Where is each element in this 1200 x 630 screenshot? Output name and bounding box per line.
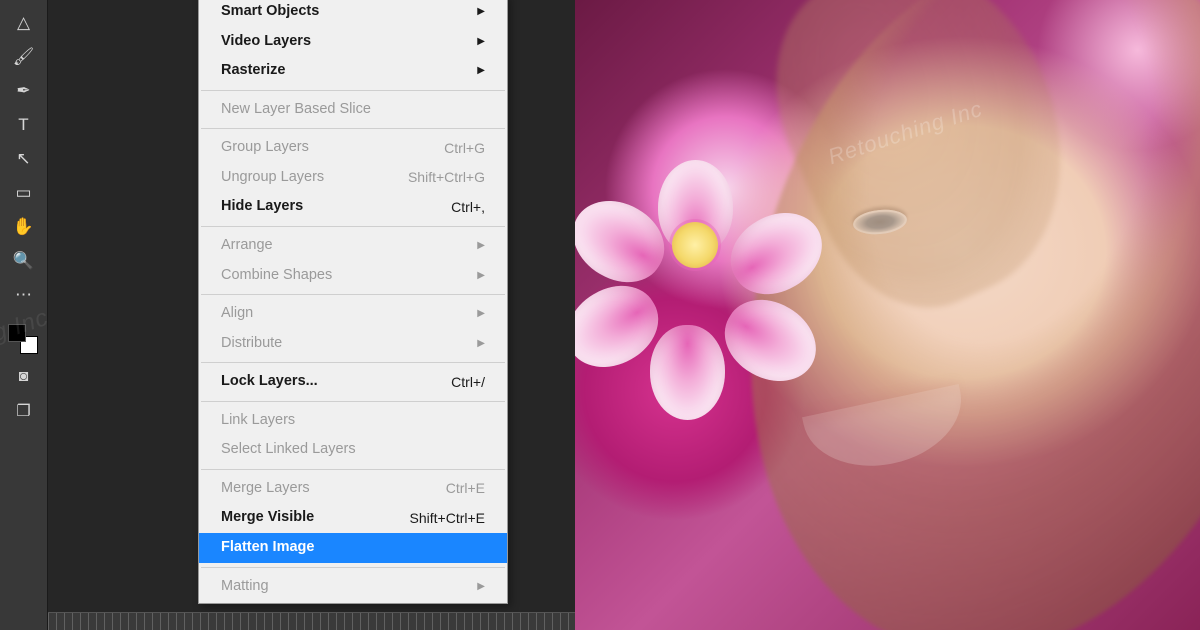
- menu-item-label: Arrange: [221, 236, 273, 256]
- menu-item-group-layers: Group Layers Ctrl+G: [199, 133, 507, 163]
- menu-separator: [201, 401, 505, 402]
- submenu-arrow-icon: ▶: [477, 239, 485, 253]
- rectangle-tool-icon: ▭: [15, 183, 31, 203]
- hand-tool[interactable]: ✋: [8, 213, 40, 241]
- menu-separator: [201, 469, 505, 470]
- menu-item-label: New Layer Based Slice: [221, 100, 371, 120]
- menu-item-label: Align: [221, 304, 253, 324]
- pen-tool[interactable]: ✒: [8, 77, 40, 105]
- menu-item-label: Flatten Image: [221, 538, 314, 558]
- menu-item-arrange: Arrange ▶: [199, 231, 507, 261]
- menu-item-label: Video Layers: [221, 32, 311, 52]
- menu-item-label: Link Layers: [221, 411, 295, 431]
- menu-item-label: Group Layers: [221, 138, 309, 158]
- menu-item-label: Merge Layers: [221, 479, 310, 499]
- type-tool[interactable]: T: [8, 111, 40, 139]
- submenu-arrow-icon: ▶: [477, 64, 485, 78]
- menu-item-shortcut: Shift+Ctrl+G: [408, 168, 485, 187]
- submenu-arrow-icon: ▶: [477, 580, 485, 594]
- zoom-tool[interactable]: 🔍: [8, 247, 40, 275]
- submenu-arrow-icon: ▶: [477, 307, 485, 321]
- polygon-lasso-tool-icon: △: [17, 13, 30, 33]
- screen-mode-tool[interactable]: ❐: [8, 397, 40, 425]
- menu-separator: [201, 226, 505, 227]
- menu-item-distribute: Distribute ▶: [199, 329, 507, 359]
- flower-decoration: [610, 160, 780, 330]
- menu-item-ungroup-layers: Ungroup Layers Shift+Ctrl+G: [199, 163, 507, 193]
- menu-item-select-linked-layers: Select Linked Layers: [199, 435, 507, 465]
- menu-item-combine-shapes: Combine Shapes ▶: [199, 261, 507, 291]
- menu-item-hide-layers[interactable]: Hide Layers Ctrl+,: [199, 192, 507, 222]
- menu-item-label: Smart Objects: [221, 2, 319, 22]
- type-tool-icon: T: [18, 115, 28, 135]
- menu-item-shortcut: Shift+Ctrl+E: [410, 509, 485, 528]
- quick-mask-tool[interactable]: ◙: [8, 363, 40, 391]
- menu-item-label: Matting: [221, 577, 269, 597]
- menu-item-label: Ungroup Layers: [221, 168, 324, 188]
- photoshop-panel: △🖌✒T↖▭✋🔍⋯◙❐ Smart Objects▶Video Layers▶R…: [0, 0, 575, 630]
- menu-item-shortcut: Ctrl+/: [451, 373, 485, 392]
- menu-item-lock-layers[interactable]: Lock Layers... Ctrl+/: [199, 367, 507, 397]
- menu-separator: [201, 362, 505, 363]
- menu-item-align: Align ▶: [199, 299, 507, 329]
- menu-item-video-layers[interactable]: Video Layers ▶: [199, 27, 507, 57]
- submenu-arrow-icon: ▶: [477, 5, 485, 19]
- menu-item-flatten-image[interactable]: Flatten Image: [199, 533, 507, 563]
- workspace: Smart Objects ▶ Video Layers ▶ Rasterize ▶ New…: [48, 0, 575, 630]
- foreground-color-swatch[interactable]: [8, 324, 26, 342]
- menu-item-label: Distribute: [221, 334, 282, 354]
- zoom-tool-icon: 🔍: [13, 251, 34, 271]
- polygon-lasso-tool[interactable]: △: [8, 9, 40, 37]
- tools-toolbar: △ 🖌 ✒ T ↖ ▭ ✋ 🔍 ⋯ ◙ ❐: [0, 0, 48, 630]
- menu-item-rasterize[interactable]: Rasterize ▶: [199, 56, 507, 86]
- brush-tool-icon: 🖌: [13, 47, 35, 67]
- color-swatches[interactable]: [6, 322, 42, 360]
- watermark-text: Retouching Inc: [825, 96, 986, 170]
- menu-item-matting: Matting ▶: [199, 572, 507, 602]
- canvas-photo: Retouching Inc: [575, 0, 1200, 630]
- menu-item-new-layer-based-slice: New Layer Based Slice: [199, 95, 507, 125]
- menu-item-shortcut: Ctrl+G: [444, 139, 485, 158]
- menu-separator: [201, 128, 505, 129]
- rectangle-tool[interactable]: ▭: [8, 179, 40, 207]
- hand-tool-icon: ✋: [13, 217, 34, 237]
- menu-separator: [201, 294, 505, 295]
- direct-select-tool-icon: ↖: [16, 149, 30, 169]
- menu-item-smart-objects[interactable]: Smart Objects ▶: [199, 0, 507, 27]
- brush-tool[interactable]: 🖌: [8, 43, 40, 71]
- menu-separator: [201, 567, 505, 568]
- menu-item-shortcut: Ctrl+E: [446, 479, 485, 498]
- submenu-arrow-icon: ▶: [477, 269, 485, 283]
- direct-select-tool[interactable]: ↖: [8, 145, 40, 173]
- menu-item-label: Hide Layers: [221, 197, 303, 217]
- quick-mask-tool-icon: ◙: [19, 368, 29, 386]
- layer-menu: Smart Objects ▶ Video Layers ▶ Rasterize ▶ New…: [198, 0, 508, 604]
- menu-item-label: Rasterize: [221, 61, 285, 81]
- menu-item-merge-layers: Merge Layers Ctrl+E: [199, 474, 507, 504]
- horizontal-ruler: [48, 612, 575, 630]
- menu-item-label: Select Linked Layers: [221, 440, 356, 460]
- submenu-arrow-icon: ▶: [477, 337, 485, 351]
- pen-tool-icon: ✒: [16, 81, 30, 101]
- more-tools[interactable]: ⋯: [8, 281, 40, 309]
- menu-separator: [201, 90, 505, 91]
- menu-item-label: Combine Shapes: [221, 266, 332, 286]
- menu-item-label: Merge Visible: [221, 508, 314, 528]
- submenu-arrow-icon: ▶: [477, 35, 485, 49]
- menu-item-label: Lock Layers...: [221, 372, 318, 392]
- menu-item-link-layers: Link Layers: [199, 406, 507, 436]
- menu-item-shortcut: Ctrl+,: [451, 198, 485, 217]
- screen-mode-tool-icon: ❐: [16, 401, 30, 421]
- more-tools-icon: ⋯: [15, 285, 32, 305]
- menu-item-merge-visible[interactable]: Merge Visible Shift+Ctrl+E: [199, 503, 507, 533]
